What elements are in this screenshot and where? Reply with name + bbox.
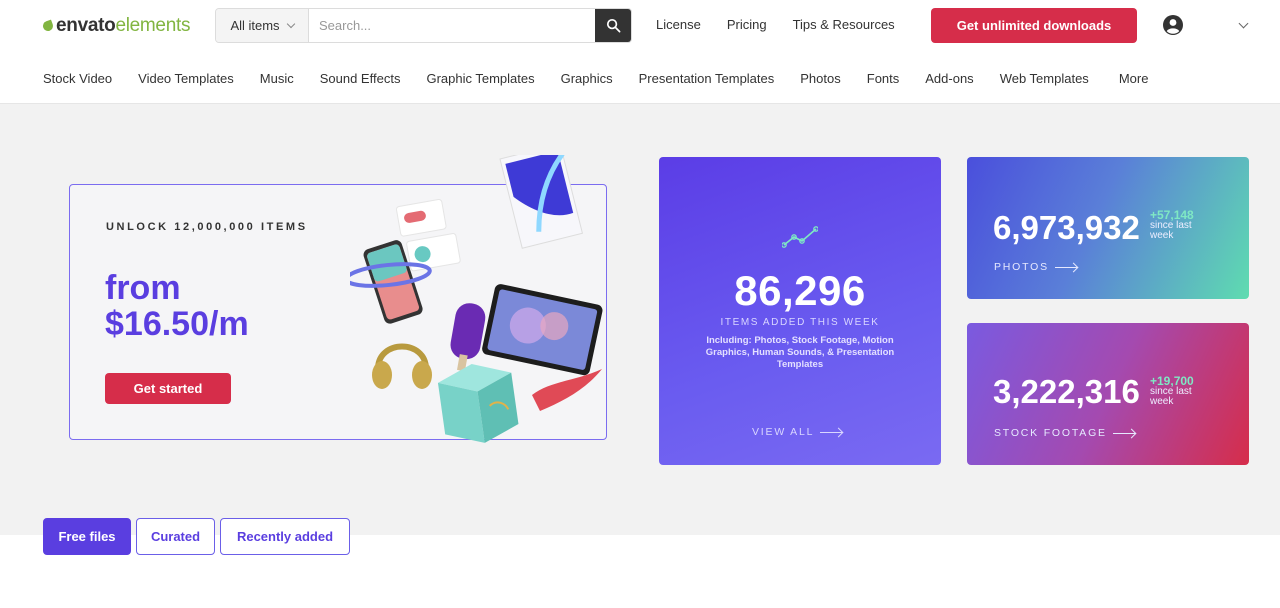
get-unlimited-downloads-button[interactable]: Get unlimited downloads [931, 8, 1137, 43]
view-all-link[interactable]: VIEW ALL [752, 426, 843, 438]
pricing-link[interactable]: Pricing [727, 17, 767, 32]
hero-section: UNLOCK 12,000,000 ITEMS from $16.50/m Ge… [0, 104, 1280, 535]
leaf-icon [41, 19, 55, 33]
nav-sound-effects[interactable]: Sound Effects [320, 71, 401, 86]
search-bar: All items [215, 8, 632, 43]
nav-graphic-templates[interactable]: Graphic Templates [426, 71, 534, 86]
get-started-button[interactable]: Get started [105, 373, 231, 404]
ice-pop-graphic [450, 303, 486, 372]
tab-curated[interactable]: Curated [136, 518, 215, 555]
nav-presentation-templates[interactable]: Presentation Templates [639, 71, 775, 86]
search-button[interactable] [595, 9, 631, 42]
site-header: envatoelements All items License Pricing… [0, 0, 1280, 104]
chevron-down-icon [286, 19, 295, 29]
nav-add-ons[interactable]: Add-ons [925, 71, 973, 86]
weekly-items-including: Including: Photos, Stock Footage, Motion… [705, 335, 895, 370]
promo-kicker: UNLOCK 12,000,000 ITEMS [106, 221, 308, 233]
tablet-graphic [482, 284, 603, 376]
footage-count: 3,222,316 [993, 373, 1140, 410]
account-chevron-icon[interactable] [1238, 18, 1249, 29]
nav-fonts[interactable]: Fonts [867, 71, 900, 86]
weekly-items-card[interactable]: 86,296 ITEMS ADDED THIS WEEK Including: … [659, 157, 941, 465]
content-tabs: Free files Curated Recently added [43, 518, 350, 555]
stock-footage-link[interactable]: STOCK FOOTAGE [994, 427, 1135, 439]
arrow-right-icon [1112, 432, 1135, 434]
promo-card: UNLOCK 12,000,000 ITEMS from $16.50/m Ge… [69, 155, 607, 443]
photos-count: 6,973,932 [993, 209, 1140, 246]
trend-icon [782, 226, 818, 248]
box-graphic [437, 363, 519, 443]
search-input[interactable] [309, 9, 595, 42]
nav-more[interactable]: More [1119, 71, 1149, 86]
nav-music[interactable]: Music [260, 71, 294, 86]
nav-web-templates[interactable]: Web Templates [1000, 71, 1089, 86]
tab-recently-added[interactable]: Recently added [220, 518, 350, 555]
nav-graphics[interactable]: Graphics [561, 71, 613, 86]
category-nav: Stock Video Video Templates Music Sound … [43, 71, 1148, 86]
license-link[interactable]: License [656, 17, 701, 32]
footage-since-label: since last week [1150, 386, 1192, 407]
search-icon [606, 18, 620, 33]
photos-stat-card[interactable]: 6,973,932 +57,148 since last week PHOTOS [967, 157, 1249, 299]
arrow-right-icon [820, 431, 843, 433]
envato-elements-logo[interactable]: envato elements [41, 14, 190, 38]
promo-price: from $16.50/m [105, 269, 249, 343]
photos-since-label: since last week [1150, 220, 1192, 241]
category-dropdown[interactable]: All items [216, 9, 309, 42]
weekly-items-label: ITEMS ADDED THIS WEEK [720, 317, 880, 328]
photos-link[interactable]: PHOTOS [994, 261, 1077, 273]
headphones-graphic [372, 343, 432, 389]
nav-stock-video[interactable]: Stock Video [43, 71, 112, 86]
nav-photos[interactable]: Photos [800, 71, 840, 86]
weekly-items-count: 86,296 [734, 267, 866, 314]
stock-footage-stat-card[interactable]: 3,222,316 +19,700 since last week STOCK … [967, 323, 1249, 465]
poster-graphic [499, 155, 584, 249]
arrow-right-icon [1054, 266, 1077, 268]
tab-free-files[interactable]: Free files [43, 518, 131, 555]
nav-video-templates[interactable]: Video Templates [138, 71, 234, 86]
account-icon[interactable] [1162, 14, 1184, 36]
tips-resources-link[interactable]: Tips & Resources [793, 17, 895, 32]
promo-product-collage [350, 155, 603, 443]
top-links: License Pricing Tips & Resources [656, 17, 895, 32]
ribbon-graphic [532, 369, 602, 411]
